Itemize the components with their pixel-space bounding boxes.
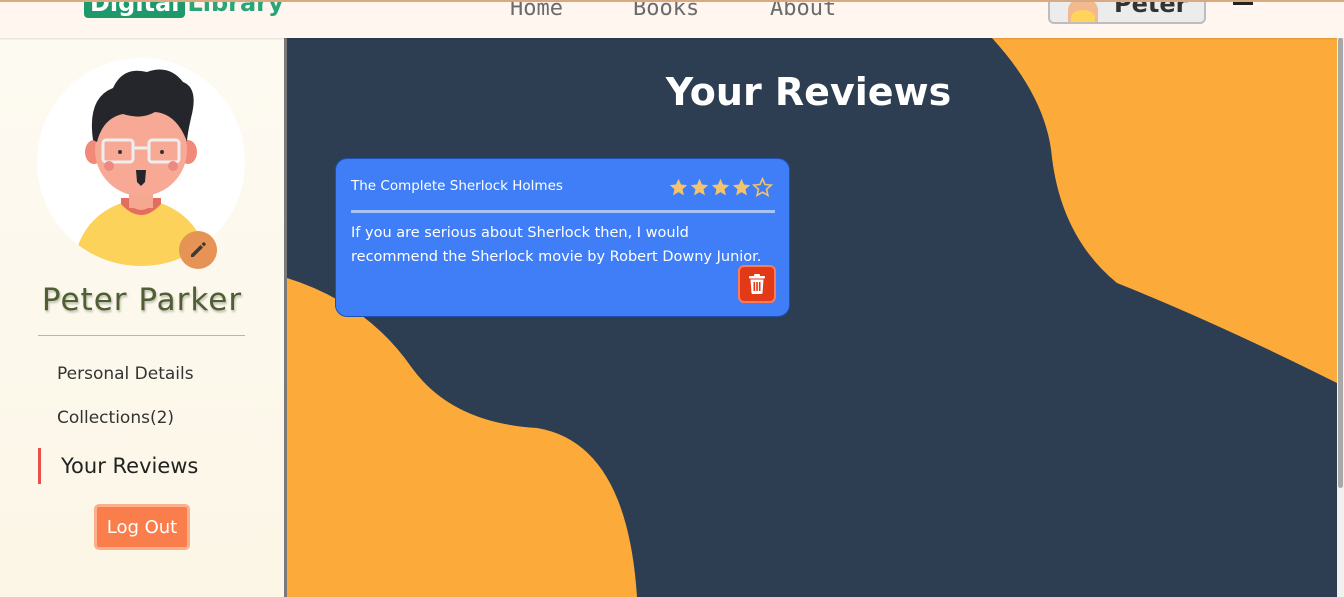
review-divider [351,210,775,213]
profile-sidebar: Peter Parker Personal Details Collection… [0,38,284,597]
profile-avatar [37,58,245,266]
page-title: Your Reviews [665,70,952,114]
hamburger-icon[interactable] [1233,2,1253,5]
star-filled-icon [732,178,751,196]
review-text: If you are serious about Sherlock then, … [351,225,762,265]
page-scrollbar[interactable] [1337,38,1344,597]
delete-review-button[interactable] [738,265,776,303]
top-navbar: Digital Library Home Books About Peter [0,0,1344,38]
edit-profile-button[interactable] [179,231,217,269]
profile-name: Peter Parker [41,282,243,318]
avatar-illustration [73,69,209,266]
rating-stars [668,177,773,198]
site-logo[interactable]: Digital Library [84,0,284,18]
user-menu-button[interactable]: Peter [1048,0,1206,24]
nav-about-link[interactable]: About [770,2,836,21]
active-item-indicator [38,448,41,484]
sidebar-item-your-reviews[interactable]: Your Reviews [61,454,198,478]
star-empty-icon [752,177,773,197]
nav-home-link[interactable]: Home [510,2,563,21]
nav-books-link[interactable]: Books [633,2,699,21]
logo-text-primary: Digital [84,2,186,18]
background-blobs [287,38,1337,597]
sidebar-divider [38,335,245,336]
trash-icon [749,274,765,294]
star-filled-icon [690,178,709,196]
sidebar-item-collections[interactable]: Collections(2) [57,408,174,428]
pencil-icon [191,242,206,257]
user-name: Peter [1114,0,1188,18]
logo-text-secondary: Library [187,0,284,17]
review-book-title: The Complete Sherlock Holmes [351,178,563,194]
user-avatar-icon [1068,2,1098,22]
star-filled-icon [711,178,730,196]
logout-button[interactable]: Log Out [94,504,190,550]
star-filled-icon [669,178,688,196]
sidebar-item-personal-details[interactable]: Personal Details [57,364,194,384]
reviews-main-panel: Your Reviews The Complete Sherlock Holme… [287,38,1337,597]
scrollbar-thumb[interactable] [1338,38,1343,488]
review-card: The Complete Sherlock Holmes If you are … [335,158,790,317]
